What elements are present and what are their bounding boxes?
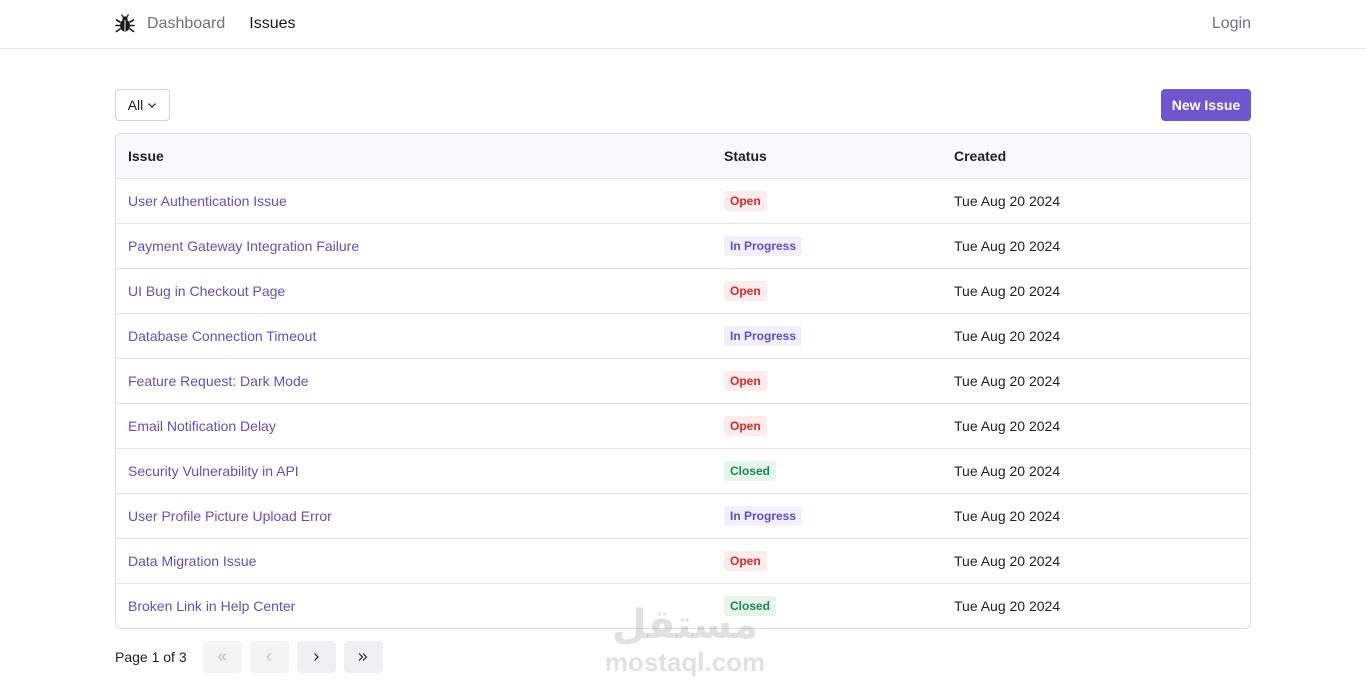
status-badge: Open	[724, 370, 767, 391]
last-page-button[interactable]	[343, 641, 383, 673]
prev-page-icon	[262, 650, 276, 664]
prev-page-button[interactable]	[249, 641, 289, 673]
issue-cell: Email Notification Delay	[116, 403, 712, 449]
table-row: Database Connection Timeout In Progress Tu…	[116, 313, 1250, 359]
column-header-status[interactable]: Status	[712, 134, 942, 179]
issue-title-link[interactable]: Database Connection Timeout	[128, 328, 316, 344]
created-date-cell: Tue Aug 20 2024	[942, 178, 1250, 224]
nav-link-dashboard[interactable]: Dashboard	[147, 15, 225, 33]
issue-title-link[interactable]: Data Migration Issue	[128, 553, 256, 569]
issue-cell: UI Bug in Checkout Page	[116, 268, 712, 314]
nav-link-issues[interactable]: Issues	[249, 15, 295, 33]
created-date-cell: Tue Aug 20 2024	[942, 358, 1250, 404]
status-filter-select[interactable]: All	[115, 89, 170, 121]
issue-cell: User Profile Picture Upload Error	[116, 493, 712, 539]
status-cell: Closed	[712, 583, 942, 628]
column-header-issue[interactable]: Issue	[116, 134, 712, 179]
status-cell: Closed	[712, 448, 942, 494]
created-date-cell: Tue Aug 20 2024	[942, 268, 1250, 314]
issue-title-link[interactable]: User Profile Picture Upload Error	[128, 508, 332, 524]
created-date-cell: Tue Aug 20 2024	[942, 448, 1250, 494]
status-cell: Open	[712, 178, 942, 224]
issue-title-link[interactable]: User Authentication Issue	[128, 193, 287, 209]
table-row: Security Vulnerability in API Closed Tue A…	[116, 448, 1250, 494]
issue-cell: Feature Request: Dark Mode	[116, 358, 712, 404]
status-badge: Open	[724, 190, 767, 211]
table-row: Broken Link in Help Center Closed Tue Aug …	[116, 583, 1250, 628]
status-cell: In Progress	[712, 493, 942, 539]
status-badge: Open	[724, 550, 767, 571]
status-badge: In Progress	[724, 235, 803, 256]
created-date-cell: Tue Aug 20 2024	[942, 538, 1250, 584]
issue-title-link[interactable]: Feature Request: Dark Mode	[128, 373, 309, 389]
status-badge: In Progress	[724, 325, 803, 346]
created-date-cell: Tue Aug 20 2024	[942, 223, 1250, 269]
status-cell: Open	[712, 538, 942, 584]
issue-cell: Security Vulnerability in API	[116, 448, 712, 494]
issue-title-link[interactable]: UI Bug in Checkout Page	[128, 283, 285, 299]
table-row: Data Migration Issue Open Tue Aug 20 2024	[116, 538, 1250, 584]
status-cell: Open	[712, 403, 942, 449]
issue-title-link[interactable]: Security Vulnerability in API	[128, 463, 299, 479]
issue-cell: Database Connection Timeout	[116, 313, 712, 359]
table-row: User Profile Picture Upload Error In Prog…	[116, 493, 1250, 539]
created-date-cell: Tue Aug 20 2024	[942, 493, 1250, 539]
table-row: Email Notification Delay Open Tue Aug 20 2…	[116, 403, 1250, 449]
status-badge: Open	[724, 415, 767, 436]
issue-cell: Payment Gateway Integration Failure	[116, 223, 712, 269]
table-row: User Authentication Issue Open Tue Aug 20 …	[116, 178, 1250, 224]
column-header-created[interactable]: Created	[942, 134, 1250, 179]
status-cell: Open	[712, 358, 942, 404]
issue-cell: User Authentication Issue	[116, 178, 712, 224]
table-row: Feature Request: Dark Mode Open Tue Aug 20…	[116, 358, 1250, 404]
status-badge: In Progress	[724, 505, 803, 526]
status-badge: Closed	[724, 460, 777, 481]
status-cell: In Progress	[712, 223, 942, 269]
login-link[interactable]: Login	[1212, 15, 1251, 33]
table-row: Payment Gateway Integration Failure In Pr…	[116, 223, 1250, 269]
status-cell: Open	[712, 268, 942, 314]
table-header-row: Issue Status Created	[116, 134, 1250, 179]
page-indicator: Page 1 of 3	[115, 649, 187, 665]
status-badge: Open	[724, 280, 767, 301]
issue-title-link[interactable]: Email Notification Delay	[128, 418, 276, 434]
status-filter-value: All	[127, 97, 144, 113]
status-badge: Closed	[724, 595, 777, 616]
issue-title-link[interactable]: Broken Link in Help Center	[128, 598, 295, 614]
issue-cell: Broken Link in Help Center	[116, 583, 712, 628]
bug-icon[interactable]	[115, 14, 135, 34]
chevron-down-icon	[147, 100, 157, 110]
first-page-button[interactable]	[202, 641, 242, 673]
created-date-cell: Tue Aug 20 2024	[942, 403, 1250, 449]
pagination: Page 1 of 3	[115, 641, 383, 673]
issues-table: Issue Status Created User Authentication…	[115, 133, 1251, 629]
next-page-icon	[309, 650, 323, 664]
issue-cell: Data Migration Issue	[116, 538, 712, 584]
navbar: Dashboard Issues Login	[0, 0, 1366, 49]
first-page-icon	[215, 650, 229, 664]
table-row: UI Bug in Checkout Page Open Tue Aug 20 20…	[116, 268, 1250, 314]
created-date-cell: Tue Aug 20 2024	[942, 313, 1250, 359]
watermark-latin-text: mostaql.com	[604, 646, 766, 677]
status-cell: In Progress	[712, 313, 942, 359]
new-issue-button[interactable]: New Issue	[1161, 89, 1251, 121]
created-date-cell: Tue Aug 20 2024	[954, 597, 1061, 614]
next-page-button[interactable]	[296, 641, 336, 673]
navbar-inner: Dashboard Issues Login	[115, 0, 1251, 48]
issue-title-link[interactable]: Payment Gateway Integration Failure	[128, 238, 359, 254]
last-page-icon	[356, 650, 370, 664]
